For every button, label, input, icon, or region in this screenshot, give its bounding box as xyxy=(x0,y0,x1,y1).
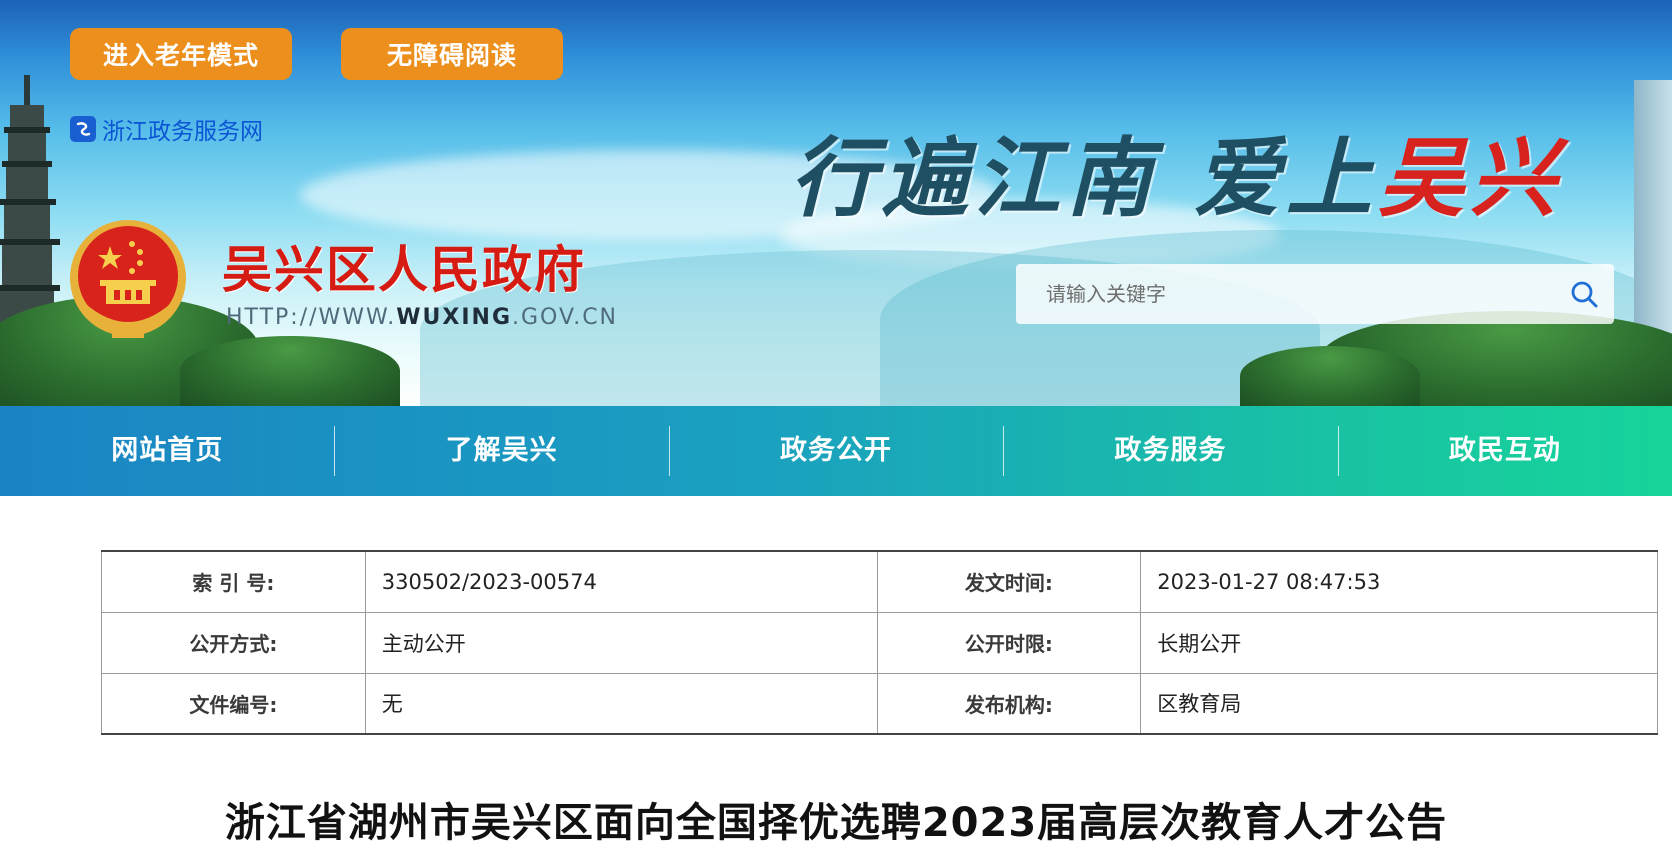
document-info-table: 索 引 号: 330502/2023-00574 发文时间: 2023-01-2… xyxy=(101,550,1658,735)
publish-time-label: 发文时间: xyxy=(876,550,1142,613)
disclosure-period-label: 公开时限: xyxy=(876,611,1142,674)
site-url: HTTP://WWW.WUXING.GOV.CN xyxy=(226,305,618,330)
document-number-value: 无 xyxy=(364,672,878,735)
slogan-part2: 吴兴 xyxy=(1377,128,1562,229)
nav-item-about[interactable]: 了解吴兴 xyxy=(334,406,668,496)
header-banner: 进入老年模式 无障碍阅读 浙江政务服务网 吴兴区人民政府 HTTP://WWW.… xyxy=(0,0,1672,406)
accessible-reading-button[interactable]: 无障碍阅读 xyxy=(341,28,563,80)
article-title: 浙江省湖州市吴兴区面向全国择优选聘2023届高层次教育人才公告 xyxy=(224,800,1448,846)
slogan-part1: 行遍江南 爱上 xyxy=(790,128,1378,229)
site-url-domain: WUXING xyxy=(396,305,513,330)
publisher-label: 发布机构: xyxy=(876,672,1142,735)
table-row: 公开方式: 主动公开 公开时限: 长期公开 xyxy=(101,611,1658,674)
nav-item-services[interactable]: 政务服务 xyxy=(1003,406,1337,496)
site-title: 吴兴区人民政府 xyxy=(222,241,586,299)
national-emblem-icon xyxy=(70,220,186,338)
search-input[interactable] xyxy=(1016,281,1554,307)
site-url-prefix: HTTP://WWW. xyxy=(226,305,397,330)
main-nav: 网站首页 了解吴兴 政务公开 政务服务 政民互动 xyxy=(0,406,1672,496)
trees-decoration xyxy=(180,336,400,406)
nav-item-interaction[interactable]: 政民互动 xyxy=(1337,406,1672,496)
nav-item-home[interactable]: 网站首页 xyxy=(0,406,334,496)
search-icon xyxy=(1571,281,1598,308)
search-box xyxy=(1016,264,1614,324)
publish-time-value: 2023-01-27 08:47:53 xyxy=(1140,550,1658,613)
publisher-value: 区教育局 xyxy=(1140,672,1658,735)
document-number-label: 文件编号: xyxy=(101,672,366,735)
disclosure-method-value: 主动公开 xyxy=(364,611,878,674)
nav-item-open-gov[interactable]: 政务公开 xyxy=(668,406,1003,496)
zj-service-link[interactable]: 浙江政务服务网 xyxy=(70,112,263,146)
banner-slogan: 行遍江南 爱上吴兴 xyxy=(790,108,1562,233)
zj-service-logo-icon xyxy=(70,116,96,142)
search-button[interactable] xyxy=(1554,264,1614,324)
zj-service-label: 浙江政务服务网 xyxy=(102,119,263,145)
table-row: 文件编号: 无 发布机构: 区教育局 xyxy=(101,672,1658,735)
site-url-suffix: .GOV.CN xyxy=(512,305,619,330)
index-number-label: 索 引 号: xyxy=(101,550,366,613)
disclosure-method-label: 公开方式: xyxy=(101,611,366,674)
index-number-value: 330502/2023-00574 xyxy=(364,550,878,613)
trees-decoration xyxy=(1240,346,1420,406)
disclosure-period-value: 长期公开 xyxy=(1140,611,1658,674)
table-row: 索 引 号: 330502/2023-00574 发文时间: 2023-01-2… xyxy=(101,550,1658,613)
elder-mode-button[interactable]: 进入老年模式 xyxy=(70,28,292,80)
